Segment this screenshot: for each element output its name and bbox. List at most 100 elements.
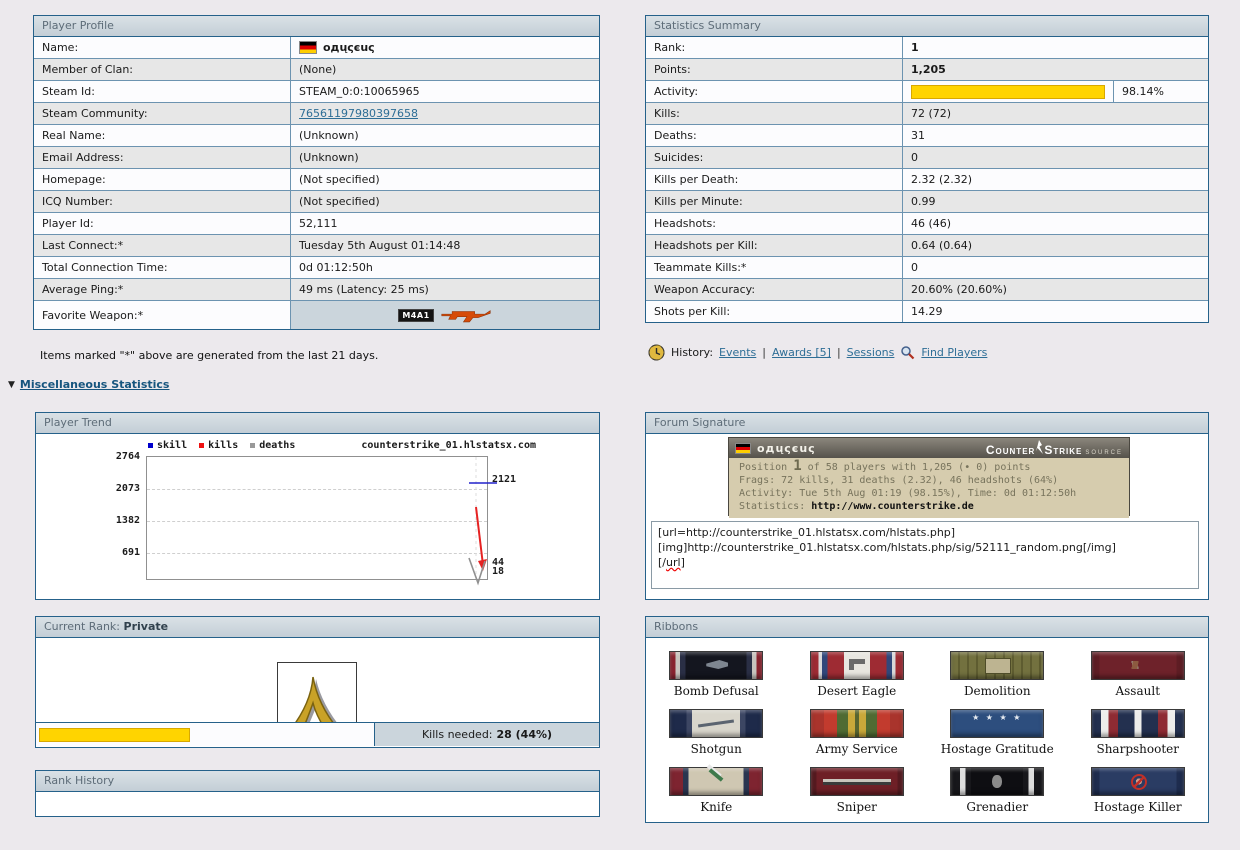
table-row: Homepage: (Not specified) [34, 169, 599, 191]
ribbon-item: Army Service [787, 709, 928, 756]
rank-history-empty-row [36, 792, 599, 815]
ribbon-item: Desert Eagle [787, 651, 928, 698]
table-row: Deaths: 31 [646, 125, 1208, 147]
row-label: Favorite Weapon:* [34, 301, 291, 329]
y-tick: 2764 [115, 451, 140, 462]
table-row: Member of Clan: (None) [34, 59, 599, 81]
row-value: 52,111 [299, 217, 338, 230]
favorite-weapon-cell: M4A1 [291, 301, 599, 329]
table-row: Player Id: 52,111 [34, 213, 599, 235]
kills-swatch [199, 443, 205, 448]
row-value: 72 (72) [911, 107, 952, 120]
statistics-summary-panel: Statistics Summary Rank: 1 Points: 1,205… [645, 15, 1209, 323]
find-players-link[interactable]: Find Players [921, 346, 987, 359]
row-value: 0.64 (0.64) [911, 239, 973, 252]
miscellaneous-statistics-link[interactable]: Miscellaneous Statistics [20, 378, 170, 391]
row-label: Points: [646, 59, 903, 80]
ribbon-item: Sniper [787, 767, 928, 814]
kills-line [475, 506, 484, 566]
player-trend-body: skill kills deaths counterstrike_01.hlst… [36, 434, 599, 598]
miscellaneous-statistics-toggle[interactable]: ▼ Miscellaneous Statistics [8, 378, 169, 391]
kills-needed-label: Kills needed: [421, 728, 493, 741]
ribbon-desert-eagle-image [809, 651, 904, 680]
ribbon-item: Bomb Defusal [646, 651, 787, 698]
y-tick: 1382 [115, 515, 140, 526]
player-name: oдųςєuς [323, 41, 375, 54]
ribbon-army-service-image [809, 709, 904, 738]
sig-line-statistics: Statistics: http://www.counterstrike.de [739, 501, 974, 512]
ribbon-assault-image [1090, 651, 1185, 680]
table-row: Kills per Minute: 0.99 [646, 191, 1208, 213]
ribbon-label: Hostage Killer [1093, 800, 1182, 814]
row-value: (Unknown) [299, 129, 359, 142]
chevron-down-icon: ▼ [8, 379, 15, 390]
row-label: Kills: [646, 103, 903, 124]
rank-progress-row: Kills needed: 28 (44%) [36, 722, 599, 746]
ribbon-label: Assault [1115, 684, 1161, 698]
events-link[interactable]: Events [719, 346, 756, 359]
forum-signature-body: oдųςєuς Counter Strike SOURCE Position 1… [646, 434, 1208, 598]
table-row: Steam Community: 76561197980397658 [34, 103, 599, 125]
steam-community-link[interactable]: 76561197980397658 [299, 107, 418, 120]
legend-item: kills [199, 440, 238, 451]
forum-signature-panel: Forum Signature oдųςєuς Counter Strike S… [645, 412, 1209, 600]
chart-title: counterstrike_01.hlstatsx.com [361, 440, 536, 451]
sessions-link[interactable]: Sessions [847, 346, 895, 359]
row-value: (Not specified) [299, 173, 380, 186]
table-row: Headshots: 46 (46) [646, 213, 1208, 235]
ribbon-item: Grenadier [927, 767, 1068, 814]
ribbons-header: Ribbons [646, 617, 1208, 638]
bbcode-line: [img]http://counterstrike_01.hlstatsx.co… [658, 541, 1116, 554]
ribbon-item: Shotgun [646, 709, 787, 756]
table-row: Average Ping:* 49 ms (Latency: 25 ms) [34, 279, 599, 301]
awards-link[interactable]: Awards [5] [772, 346, 831, 359]
sig-position-number: 1 [793, 458, 802, 474]
rank-history-header: Rank History [36, 771, 599, 792]
sig-line-activity: Activity: Tue 5th Aug 01:19 (98.15%), Ti… [739, 488, 1077, 499]
asterisk-note: Items marked "*" above are generated fro… [40, 349, 379, 362]
row-label: Player Id: [34, 213, 291, 234]
ribbon-sharpshooter-image [1090, 709, 1185, 738]
spellcheck-underline: url [666, 556, 681, 569]
trend-chart: skill kills deaths counterstrike_01.hlst… [106, 438, 536, 590]
weapon-name-badge: M4A1 [398, 308, 434, 322]
ribbon-label: Sniper [836, 800, 877, 814]
row-value: 20.60% (20.60%) [911, 283, 1007, 296]
ribbon-hostage-killer-image [1090, 767, 1185, 796]
table-row: Last Connect:* Tuesday 5th August 01:14:… [34, 235, 599, 257]
ribbon-item: Hostage Killer [1068, 767, 1209, 814]
row-label: Real Name: [34, 125, 291, 146]
signature-bbcode-textarea[interactable]: [url=http://counterstrike_01.hlstatsx.co… [651, 521, 1199, 589]
skill-swatch [148, 443, 153, 448]
row-label: Steam Id: [34, 81, 291, 102]
table-row: Kills per Death: 2.32 (2.32) [646, 169, 1208, 191]
row-value: 0d 01:12:50h [299, 261, 373, 274]
signature-player-name: oдųςєuς [757, 441, 816, 455]
table-row: Favorite Weapon:* M4A1 [34, 301, 599, 329]
kills-needed-cell: Kills needed: 28 (44%) [374, 723, 599, 746]
table-row: Email Address: (Unknown) [34, 147, 599, 169]
ribbon-item: Sharpshooter [1068, 709, 1209, 756]
row-label: Headshots per Kill: [646, 235, 903, 256]
row-value: Tuesday 5th August 01:14:48 [299, 239, 461, 252]
row-label: Headshots: [646, 213, 903, 234]
ribbons-panel: Ribbons Bomb Defusal Desert Eagle Demoli… [645, 616, 1209, 823]
current-rank-name: Private [123, 620, 169, 633]
table-row: Suicides: 0 [646, 147, 1208, 169]
table-row: Name: oдųςєuς [34, 37, 599, 59]
row-label: Weapon Accuracy: [646, 279, 903, 300]
row-label: Rank: [646, 37, 903, 58]
ribbon-label: Army Service [815, 742, 898, 756]
row-value: 49 ms (Latency: 25 ms) [299, 283, 429, 296]
ribbon-label: Grenadier [966, 800, 1029, 814]
row-label: Average Ping:* [34, 279, 291, 300]
row-value: (Unknown) [299, 151, 359, 164]
ribbon-label: Bomb Defusal [673, 684, 759, 698]
row-value: 46 (46) [911, 217, 952, 230]
ribbon-item: Hostage Gratitude [927, 709, 1068, 756]
row-value: (None) [299, 63, 337, 76]
row-label: Activity: [646, 81, 903, 102]
ribbon-label: Desert Eagle [817, 684, 897, 698]
table-row: Real Name: (Unknown) [34, 125, 599, 147]
player-profile-header: Player Profile [34, 16, 599, 37]
